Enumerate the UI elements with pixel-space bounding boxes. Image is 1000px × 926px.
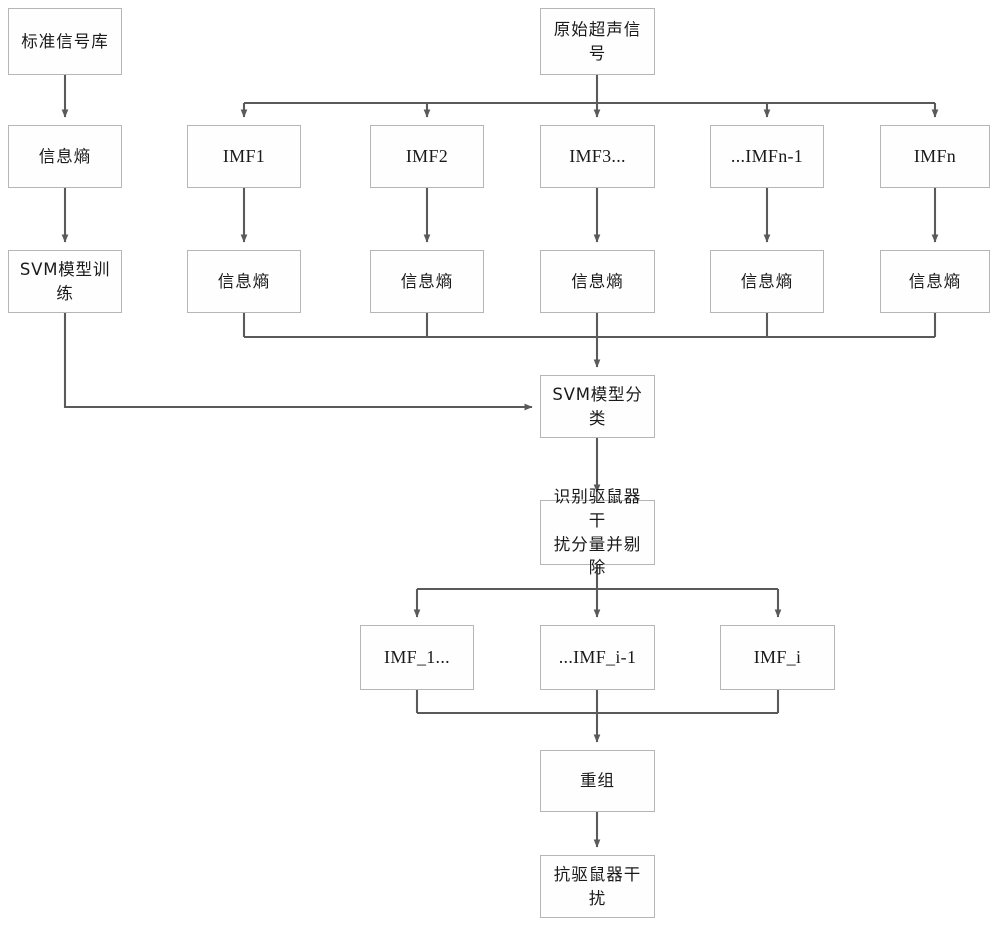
- node-label: 重组: [580, 771, 615, 791]
- node-label: 信息熵: [740, 271, 794, 291]
- node-information-entropy-left[interactable]: 信息熵: [8, 125, 122, 188]
- node-label: 抗驱鼠器干扰: [553, 864, 642, 908]
- node-label: 识别驱鼠器干 扰分量并剔除: [553, 486, 642, 578]
- node-label: SVM模型训 练: [19, 259, 111, 303]
- node-svm-model-training[interactable]: SVM模型训 练: [8, 250, 122, 313]
- node-label: IMF3...: [569, 146, 626, 167]
- node-label: SVM模型分 类: [552, 384, 643, 428]
- node-imf3[interactable]: IMF3...: [540, 125, 655, 188]
- node-standard-signal-library[interactable]: 标准信号库: [8, 8, 122, 75]
- flowchart-canvas: 标准信号库 原始超声信号 信息熵 IMF1 IMF2 IMF3... ...IM…: [0, 0, 1000, 926]
- node-label: 信息熵: [908, 271, 962, 291]
- edge-svmtrain-to-svmclassify: [63, 313, 533, 411]
- node-identify-remove-interference[interactable]: 识别驱鼠器干 扰分量并剔除: [540, 487, 655, 577]
- node-svm-model-classification[interactable]: SVM模型分 类: [540, 375, 655, 438]
- node-label: IMF2: [405, 146, 449, 167]
- node-label: 信息熵: [571, 271, 624, 291]
- flowchart-connectors: [61, 75, 939, 848]
- node-imfn-minus-1[interactable]: ...IMFn-1: [710, 125, 824, 188]
- node-information-entropy-5[interactable]: 信息熵: [880, 250, 990, 313]
- node-imf2[interactable]: IMF2: [370, 125, 484, 188]
- node-recombine[interactable]: 重组: [540, 750, 655, 812]
- node-imfn[interactable]: IMFn: [880, 125, 990, 188]
- node-label: ...IMF_i-1: [558, 647, 637, 668]
- node-label: IMF_1...: [384, 647, 450, 668]
- node-raw-ultrasonic-signal[interactable]: 原始超声信号: [540, 8, 655, 75]
- node-label: IMFn: [913, 146, 957, 167]
- node-label: 信息熵: [400, 271, 454, 291]
- node-label: 信息熵: [217, 271, 271, 291]
- node-anti-rodent-repeller-interference[interactable]: 抗驱鼠器干扰: [540, 855, 655, 918]
- node-information-entropy-1[interactable]: 信息熵: [187, 250, 301, 313]
- node-label: ...IMFn-1: [730, 146, 804, 167]
- node-label: 信息熵: [38, 146, 92, 166]
- node-label: 标准信号库: [21, 31, 109, 51]
- node-information-entropy-2[interactable]: 信息熵: [370, 250, 484, 313]
- node-imf-sub-1[interactable]: IMF_1...: [360, 625, 474, 690]
- node-imf-sub-i-minus-1[interactable]: ...IMF_i-1: [540, 625, 655, 690]
- node-information-entropy-3[interactable]: 信息熵: [540, 250, 655, 313]
- node-label: IMF_i: [753, 647, 802, 668]
- node-imf-sub-i[interactable]: IMF_i: [720, 625, 835, 690]
- node-information-entropy-4[interactable]: 信息熵: [710, 250, 824, 313]
- node-label: 原始超声信号: [553, 19, 642, 63]
- node-label: IMF1: [222, 146, 266, 167]
- node-imf1[interactable]: IMF1: [187, 125, 301, 188]
